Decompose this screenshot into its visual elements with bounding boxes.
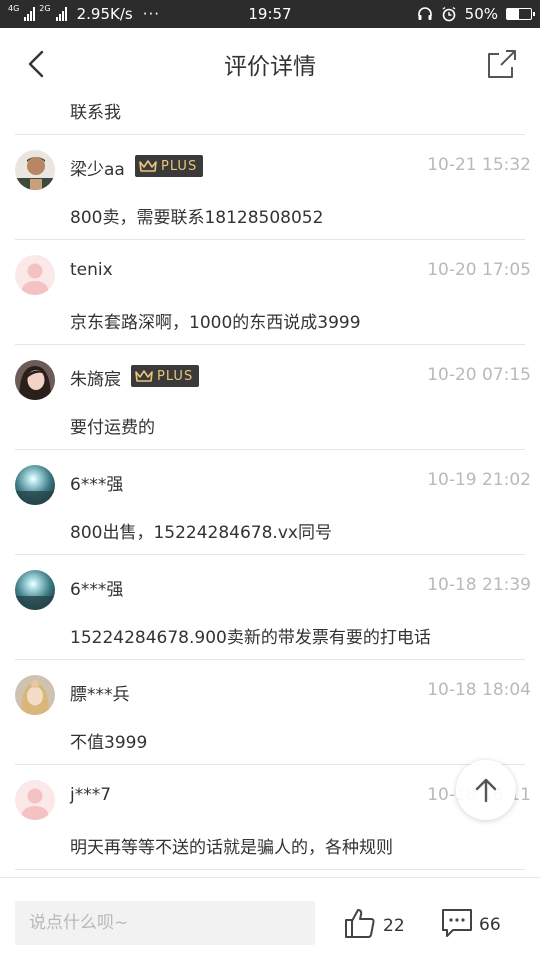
page-title: 评价详情 <box>224 54 316 80</box>
comment-input[interactable] <box>15 901 315 945</box>
chevron-left-icon[interactable] <box>22 48 54 80</box>
like-count: 22 <box>383 916 405 936</box>
comment-time: 10-18 18:04 <box>427 680 531 700</box>
comment-username: tenix <box>70 260 113 280</box>
comment-username: 朱旖宸 <box>70 370 121 390</box>
crown-icon <box>139 160 157 172</box>
comment-time: 10-19 21:02 <box>427 470 531 490</box>
comment-item[interactable]: 6***强 10-18 21:39 15224284678.900卖新的带发票有… <box>15 555 531 660</box>
comment-username: 6***强 <box>70 475 124 495</box>
signal-icon-2 <box>55 7 67 21</box>
bottom-bar: 22 66 <box>0 877 540 961</box>
comment-item[interactable]: tenix 10-20 17:05 京东套路深啊，1000的东西说成3999 <box>15 240 531 345</box>
comment-time: 10-20 17:05 <box>427 260 531 280</box>
comment-text: 800卖，需要联系18128508052 <box>70 208 324 228</box>
comment-text: 800出售，15224284678.vx同号 <box>70 523 332 543</box>
network-speed: 2.95K/s <box>76 5 133 23</box>
plus-badge: PLUS <box>131 365 200 387</box>
avatar[interactable] <box>15 360 55 400</box>
more-notifications: ··· <box>142 5 161 23</box>
comment-time: 10-20 07:15 <box>427 365 531 385</box>
battery-level <box>507 9 519 19</box>
comment-text: 京东套路深啊，1000的东西说成3999 <box>70 313 361 333</box>
comment-item[interactable]: 6***强 10-19 21:02 800出售，15224284678.vx同号 <box>15 450 531 555</box>
plus-label: PLUS <box>161 158 198 174</box>
network-type-2: 2G <box>39 4 51 13</box>
comment-time: 10-21 15:32 <box>427 155 531 175</box>
avatar[interactable] <box>15 570 55 610</box>
comment-time: 10-18 21:39 <box>427 575 531 595</box>
comment-item[interactable]: 梁少aa PLUS 10-21 15:32 800卖，需要联系181285080… <box>15 135 531 240</box>
comment-list: 梁少aa PLUS 10-21 15:32 800卖，需要联系181285080… <box>0 135 540 870</box>
avatar[interactable] <box>15 780 55 820</box>
thumbs-up-icon <box>345 909 375 938</box>
status-bar: 4G 2G 2.95K/s ··· 19:57 50% <box>0 0 540 28</box>
crown-icon <box>135 370 153 382</box>
comment-username: 6***强 <box>70 580 124 600</box>
avatar[interactable] <box>15 150 55 190</box>
share-icon[interactable] <box>484 46 520 82</box>
comment-item[interactable]: 朱旖宸 PLUS 10-20 07:15 要付运费的 <box>15 345 531 450</box>
network-type-1: 4G <box>8 4 20 13</box>
chat-bubble-icon <box>442 909 472 937</box>
header: 评价详情 <box>0 28 540 100</box>
previous-comment-text: 联系我 <box>70 103 121 123</box>
status-right: 50% <box>417 5 535 23</box>
comment-username: j***7 <box>70 785 112 805</box>
plus-label: PLUS <box>157 368 194 384</box>
scroll-to-top-button[interactable] <box>456 760 516 820</box>
headphone-icon <box>417 7 432 20</box>
signal-icon <box>24 7 36 21</box>
battery-percent: 50% <box>464 5 498 23</box>
battery-icon <box>506 8 535 20</box>
comment-item[interactable]: j***7 10-18 16:11 明天再等等不送的话就是骗人的，各种规则 <box>15 765 531 870</box>
reply-count: 66 <box>479 915 501 935</box>
comment-text: 明天再等等不送的话就是骗人的，各种规则 <box>70 838 393 858</box>
comment-item[interactable]: 膘***兵 10-18 18:04 不值3999 <box>15 660 531 765</box>
plus-badge: PLUS <box>135 155 204 177</box>
arrow-up-icon <box>475 778 497 803</box>
comment-text: 不值3999 <box>70 733 148 753</box>
avatar[interactable] <box>15 675 55 715</box>
comment-username: 膘***兵 <box>70 685 130 705</box>
reply-button[interactable]: 66 <box>441 906 501 938</box>
comment-username: 梁少aa <box>70 160 125 180</box>
status-left: 4G 2G 2.95K/s ··· <box>8 4 161 24</box>
like-button[interactable]: 22 <box>343 906 405 940</box>
comment-text: 要付运费的 <box>70 418 155 438</box>
avatar[interactable] <box>15 465 55 505</box>
avatar[interactable] <box>15 255 55 295</box>
alarm-icon <box>442 6 456 22</box>
comment-text: 15224284678.900卖新的带发票有要的打电话 <box>70 628 431 648</box>
